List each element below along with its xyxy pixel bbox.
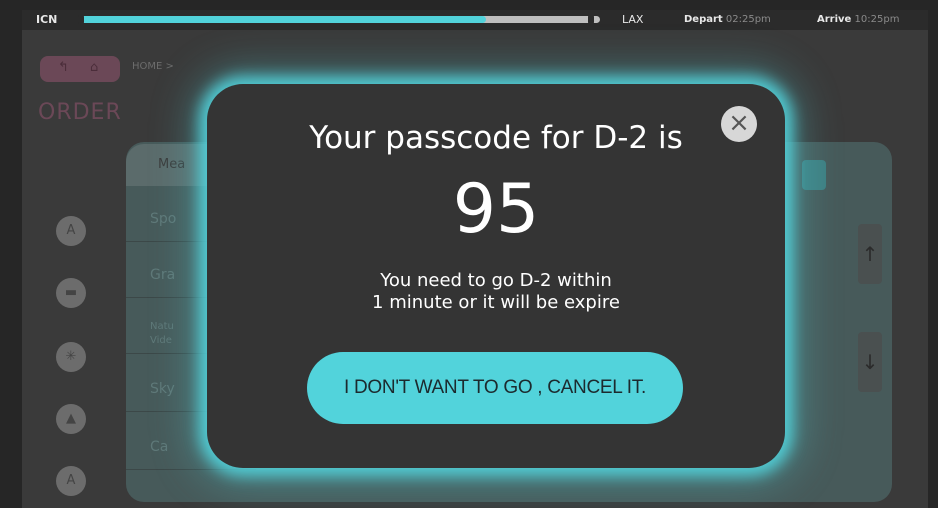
font-size-icon[interactable]: A (56, 466, 86, 496)
volume-icon[interactable]: ▲ (56, 404, 86, 434)
scroll-up-icon[interactable]: ↑ (858, 224, 882, 284)
message-line-1: You need to go D-2 within (380, 270, 612, 291)
depart-time: 02:25pm (725, 14, 771, 25)
dialog-message: You need to go D-2 within 1 minute or it… (207, 270, 785, 314)
message-line-2: 1 minute or it will be expire (372, 292, 620, 313)
home-icon[interactable]: ⌂ (90, 60, 98, 75)
page-title: ORDER (38, 100, 122, 125)
flight-status-bar: ICN LAX Depart 02:25pm Arrive 10:25pm (22, 10, 928, 30)
passcode-dialog: × Your passcode for D-2 is 95 You need t… (207, 84, 785, 468)
panel-accent (802, 160, 826, 190)
progress-end-marker (588, 15, 594, 24)
flight-progress-bar (80, 16, 600, 23)
passcode: 95 (452, 170, 540, 249)
brightness-icon[interactable]: ✳ (56, 342, 86, 372)
back-icon[interactable]: ↰ (58, 60, 69, 75)
depart-info: Depart 02:25pm (684, 14, 771, 25)
screen: ICN LAX Depart 02:25pm Arrive 10:25pm ↰ … (22, 10, 928, 508)
arrive-info: Arrive 10:25pm (817, 14, 899, 25)
cancel-button[interactable]: I DON'T WANT TO GO , CANCEL IT. (307, 352, 683, 424)
flight-progress-fill (80, 16, 486, 23)
destination-airport: LAX (622, 13, 644, 26)
message-icon[interactable]: ▬ (56, 278, 86, 308)
arrive-time: 10:25pm (854, 14, 900, 25)
bezel: ICN LAX Depart 02:25pm Arrive 10:25pm ↰ … (0, 0, 938, 508)
arrive-label: Arrive (817, 14, 852, 25)
translate-icon[interactable]: A (56, 216, 86, 246)
breadcrumb[interactable]: HOME > (132, 61, 174, 72)
dialog-title: Your passcode for D-2 is (309, 120, 683, 156)
back-home-buttons[interactable]: ↰ ⌂ (40, 56, 120, 82)
origin-airport: ICN (36, 13, 58, 26)
progress-start-marker (78, 15, 84, 24)
depart-label: Depart (684, 14, 723, 25)
scroll-down-icon[interactable]: ↓ (858, 332, 882, 392)
